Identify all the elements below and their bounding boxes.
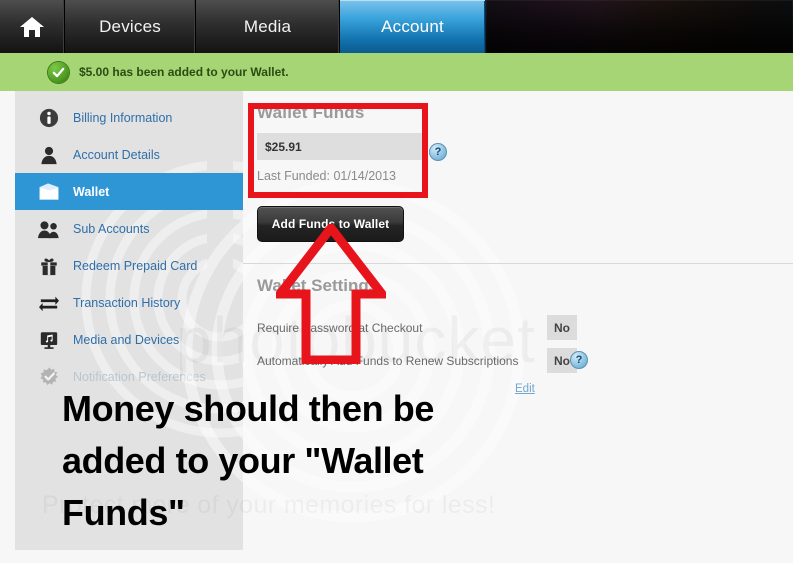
user-icon	[37, 144, 61, 166]
sidebar-item-label: Redeem Prepaid Card	[73, 258, 198, 273]
sidebar-item-billing-information[interactable]: Billing Information	[15, 99, 243, 136]
nav-tab-home[interactable]	[0, 0, 65, 53]
setting-label: Require Password at Checkout	[257, 320, 423, 335]
nav-tab-account-label: Account	[381, 16, 444, 36]
nav-tab-devices-label: Devices	[99, 16, 161, 36]
wallet-last-funded-text: Last Funded: 01/14/2013	[257, 169, 397, 183]
sidebar-item-transaction-history[interactable]: Transaction History	[15, 284, 243, 321]
sidebar-item-label: Transaction History	[73, 295, 181, 310]
setting-row-require-password: Require Password at Checkout No	[257, 311, 577, 344]
wallet-balance-value: $25.91	[257, 133, 425, 160]
add-funds-button-label: Add Funds to Wallet	[271, 217, 390, 231]
gift-icon	[37, 255, 61, 277]
monitor-music-icon	[37, 329, 61, 351]
sidebar-item-label: Media and Devices	[73, 332, 180, 347]
wallet-funds-title: Wallet Funds	[257, 103, 365, 122]
screenshot-root: Devices Media Account $5.00 has been add…	[0, 0, 808, 563]
help-icon[interactable]: ?	[570, 351, 588, 369]
sidebar-item-label: Wallet	[73, 184, 110, 199]
sidebar-item-label: Sub Accounts	[73, 221, 150, 236]
success-banner-message: $5.00 has been added to your Wallet.	[79, 65, 289, 79]
sidebar-item-wallet[interactable]: Wallet	[15, 173, 243, 210]
sidebar-nav-list: Billing Information Account Details Wall…	[15, 91, 243, 395]
info-icon	[37, 107, 61, 129]
home-icon	[19, 15, 45, 39]
gear-check-icon	[37, 366, 61, 388]
sidebar-item-label: Account Details	[73, 147, 160, 162]
wallet-settings-title: Wallet Settings	[257, 276, 379, 295]
help-icon[interactable]: ?	[429, 143, 447, 161]
sidebar-item-redeem-prepaid-card[interactable]: Redeem Prepaid Card	[15, 247, 243, 284]
sidebar-item-label: Notification Preferences	[73, 369, 206, 384]
help-icon-glyph: ?	[434, 146, 442, 158]
help-icon-glyph: ?	[575, 354, 583, 366]
add-funds-to-wallet-button[interactable]: Add Funds to Wallet	[257, 206, 404, 242]
success-banner: $5.00 has been added to your Wallet.	[0, 53, 793, 92]
setting-value: No	[547, 315, 577, 340]
section-divider	[243, 263, 793, 264]
sidebar-item-media-and-devices[interactable]: Media and Devices	[15, 321, 243, 358]
sidebar-item-label: Billing Information	[73, 110, 173, 125]
nav-tab-media-label: Media	[243, 16, 292, 36]
nav-tab-devices[interactable]: Devices	[65, 0, 196, 53]
nav-tab-account[interactable]: Account	[340, 0, 486, 53]
top-navigation-bar: Devices Media Account	[0, 0, 793, 53]
transfer-arrows-icon	[37, 292, 61, 314]
nav-tab-media[interactable]: Media	[196, 0, 340, 53]
annotation-caption-text: Money should then be added to your "Wall…	[62, 388, 435, 533]
nav-background-image	[486, 0, 793, 53]
wallet-settings-table: Require Password at Checkout No Automati…	[257, 311, 588, 377]
setting-row-auto-add-funds: Automatically Add Funds to Renew Subscri…	[257, 344, 577, 377]
wallet-funds-panel: Wallet Funds $25.91 Last Funded: 01/14/2…	[257, 103, 437, 183]
check-circle-icon	[48, 61, 69, 83]
users-icon	[37, 218, 61, 240]
sidebar-item-account-details[interactable]: Account Details	[15, 136, 243, 173]
wallet-icon	[37, 181, 61, 203]
sidebar-item-sub-accounts[interactable]: Sub Accounts	[15, 210, 243, 247]
setting-label: Automatically Add Funds to Renew Subscri…	[257, 353, 519, 368]
